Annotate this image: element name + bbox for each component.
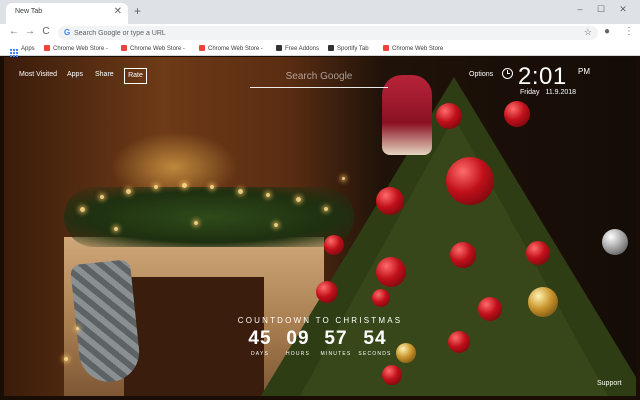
maximize-icon[interactable]: ☐	[592, 4, 610, 15]
profile-icon[interactable]: ●	[604, 26, 610, 37]
omnibox-input[interactable]	[74, 26, 554, 40]
newtab-page: Most Visited Apps Share Rate Options 2:0…	[4, 57, 636, 396]
light-bokeh	[266, 193, 270, 197]
ornament	[376, 187, 404, 215]
bookmark-label: Chrome Web Store	[392, 46, 444, 52]
reload-icon[interactable]: C	[40, 26, 52, 37]
light-bokeh	[80, 207, 85, 212]
light-bokeh	[114, 227, 118, 231]
ornament	[602, 229, 628, 255]
ornament	[478, 297, 502, 321]
ornament	[382, 365, 402, 385]
new-tab-button[interactable]: +	[134, 5, 141, 17]
countdown-seconds: 54	[363, 328, 387, 349]
clock-day: Friday	[520, 89, 540, 96]
santa-figurine	[382, 75, 432, 155]
ornament	[372, 289, 390, 307]
support-link[interactable]: Support	[597, 380, 622, 387]
chrome-web-store-icon	[44, 45, 50, 51]
light-bokeh	[182, 183, 187, 188]
share-link[interactable]: Share	[95, 71, 114, 78]
minimize-icon[interactable]: –	[571, 4, 589, 14]
countdown-days-label: DAYS	[250, 351, 270, 357]
bookmark-label: Free Addons	[285, 46, 320, 52]
omnibox[interactable]: G ☆	[58, 26, 598, 40]
options-link[interactable]: Options	[469, 71, 493, 78]
bookmark-chrome-web-store-1[interactable]: Chrome Web Store -	[44, 44, 108, 54]
light-bokeh	[296, 197, 301, 202]
sportify-icon	[328, 45, 334, 51]
bookmark-apps[interactable]: Apps	[10, 44, 35, 57]
light-bokeh	[154, 185, 158, 189]
ornament	[316, 281, 338, 303]
clock-ampm: PM	[578, 67, 590, 76]
ornament	[324, 235, 344, 255]
countdown-hours: 09	[286, 328, 310, 349]
clock-icon[interactable]	[502, 68, 513, 79]
light-bokeh	[76, 327, 79, 330]
countdown-minutes: 57	[324, 328, 348, 349]
bookmark-label: Sportify Tab	[337, 46, 369, 52]
bookmark-label: Chrome Web Store -	[130, 46, 185, 52]
countdown-title: COUNTDOWN TO CHRISTMAS	[237, 316, 403, 325]
tab-strip: New Tab ✕ + – ☐ ✕	[0, 0, 640, 24]
bookmark-free-addons[interactable]: Free Addons	[276, 44, 319, 54]
ornament	[436, 103, 462, 129]
tab-new-tab[interactable]: New Tab ✕	[6, 3, 128, 24]
bookmark-label: Chrome Web Store -	[208, 46, 263, 52]
clock-date: Friday 11.9.2018	[520, 89, 576, 96]
back-icon[interactable]: ←	[8, 26, 20, 37]
close-window-icon[interactable]: ✕	[614, 4, 632, 15]
ornament	[450, 242, 476, 268]
apps-grid-icon	[10, 49, 18, 57]
apps-link[interactable]: Apps	[67, 71, 83, 78]
light-bokeh	[324, 207, 328, 211]
bookmark-star-icon[interactable]: ☆	[584, 27, 592, 38]
light-bokeh	[342, 177, 345, 180]
countdown-days: 45	[248, 328, 272, 349]
light-bokeh	[194, 221, 198, 225]
menu-icon[interactable]: ⋮	[624, 26, 634, 37]
close-tab-icon[interactable]: ✕	[114, 6, 122, 17]
light-bokeh	[274, 223, 278, 227]
bookmark-chrome-web-store-4[interactable]: Chrome Web Store	[383, 44, 443, 54]
clock-time: 2:01	[518, 63, 567, 90]
bookmark-sportify-tab[interactable]: Sportify Tab	[328, 44, 369, 54]
light-bokeh	[238, 189, 243, 194]
light-bokeh	[100, 195, 104, 199]
chrome-web-store-icon	[199, 45, 205, 51]
ornament	[526, 241, 550, 265]
light-bokeh	[210, 185, 214, 189]
tab-title: New Tab	[15, 8, 43, 15]
clock-date-value: 11.9.2018	[545, 89, 577, 96]
bookmarks-bar: Apps Chrome Web Store - Chrome Web Store…	[0, 42, 640, 57]
addons-icon	[276, 45, 282, 51]
forward-icon[interactable]: →	[24, 26, 36, 37]
chrome-web-store-icon	[121, 45, 127, 51]
countdown-hours-label: HOURS	[285, 351, 311, 357]
bookmark-chrome-web-store-2[interactable]: Chrome Web Store -	[121, 44, 185, 54]
chrome-web-store-icon	[383, 45, 389, 51]
ornament	[504, 101, 530, 127]
countdown-seconds-label: SECONDS	[358, 351, 392, 357]
ornament	[376, 257, 406, 287]
ornament	[396, 343, 416, 363]
most-visited-link[interactable]: Most Visited	[19, 71, 57, 78]
ornament	[446, 157, 494, 205]
ornament	[448, 331, 470, 353]
countdown-minutes-label: MINUTES	[320, 351, 352, 357]
browser-toolbar: ← → C G ☆ ● ⋮	[0, 24, 640, 42]
google-icon: G	[64, 28, 71, 37]
bookmark-label: Apps	[21, 46, 35, 52]
rate-button[interactable]: Rate	[124, 68, 147, 84]
ornament	[528, 287, 558, 317]
light-bokeh	[64, 357, 68, 361]
bookmark-label: Chrome Web Store -	[53, 46, 108, 52]
search-input[interactable]	[250, 66, 388, 88]
bookmark-chrome-web-store-3[interactable]: Chrome Web Store -	[199, 44, 263, 54]
light-bokeh	[126, 189, 131, 194]
